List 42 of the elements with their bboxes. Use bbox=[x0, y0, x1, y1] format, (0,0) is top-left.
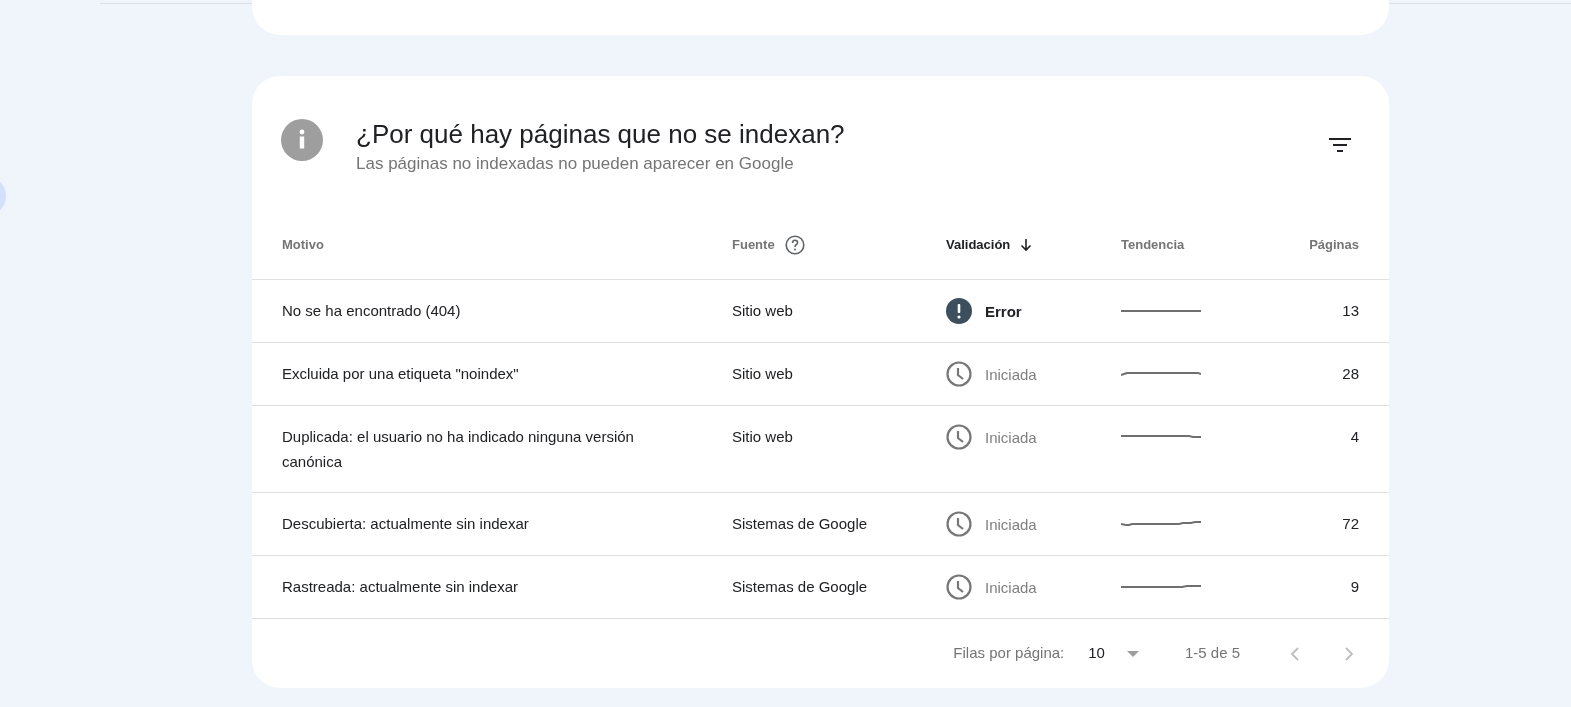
chevron-left-icon bbox=[1289, 646, 1299, 661]
page-range: 1-5 de 5 bbox=[1184, 643, 1240, 664]
alert-icon bbox=[946, 298, 972, 324]
filter-icon bbox=[1329, 137, 1351, 153]
validation-status: Iniciada bbox=[985, 364, 1037, 385]
column-header[interactable]: Tendencia bbox=[1121, 234, 1185, 255]
card-subtitle: Las páginas no indexadas no pueden aparecer en Google bbox=[356, 153, 795, 175]
source-cell-text: Sistemas de Google bbox=[732, 577, 869, 597]
help-icon[interactable] bbox=[784, 234, 805, 255]
clock-icon bbox=[946, 511, 972, 537]
rows-per-page-label: Filas por página: bbox=[953, 643, 1065, 664]
reason-cell-text: Rastreada: actualmente sin indexar bbox=[282, 577, 519, 597]
reason-cell-text: Duplicada: el usuario no ha indicado ninguna versión canónica bbox=[282, 427, 635, 472]
validation-status: Iniciada bbox=[985, 427, 1037, 448]
column-header[interactable]: Validación bbox=[946, 234, 1011, 255]
source-cell-text: Sitio web bbox=[732, 364, 794, 384]
clock-icon bbox=[946, 424, 972, 450]
clock-icon bbox=[946, 361, 972, 387]
caret-icon bbox=[1126, 650, 1139, 657]
rows-per-page-select[interactable]: 10 bbox=[1088, 642, 1139, 665]
reason-cell-text: Excluida por una etiqueta "noindex" bbox=[282, 364, 520, 384]
clock-icon bbox=[946, 574, 972, 600]
reason-cell-text: Descubierta: actualmente sin indexar bbox=[282, 514, 530, 534]
info-icon bbox=[281, 119, 323, 161]
validation-status: Error bbox=[985, 301, 1022, 322]
pages-cell-text: 28 bbox=[1341, 364, 1359, 384]
card-title: ¿Por qué hay páginas que no se indexan? bbox=[356, 118, 846, 150]
pages-cell-text: 9 bbox=[1349, 577, 1359, 597]
reason-cell-text: No se ha encontrado (404) bbox=[282, 301, 462, 321]
column-header[interactable]: Páginas bbox=[1309, 234, 1359, 255]
pages-cell-text: 4 bbox=[1349, 427, 1359, 447]
sort-arrow-icon[interactable] bbox=[1020, 237, 1033, 252]
pages-cell-text: 72 bbox=[1341, 514, 1359, 534]
column-header[interactable]: Fuente bbox=[732, 234, 775, 255]
pages-cell-text: 13 bbox=[1341, 301, 1359, 321]
validation-status: Iniciada bbox=[985, 577, 1037, 598]
column-header[interactable]: Motivo bbox=[282, 234, 324, 255]
source-cell-text: Sistemas de Google bbox=[732, 514, 869, 534]
validation-status: Iniciada bbox=[985, 514, 1037, 535]
chevron-right-icon bbox=[1344, 646, 1354, 661]
source-cell-text: Sitio web bbox=[732, 301, 794, 321]
source-cell-text: Sitio web bbox=[732, 427, 794, 447]
